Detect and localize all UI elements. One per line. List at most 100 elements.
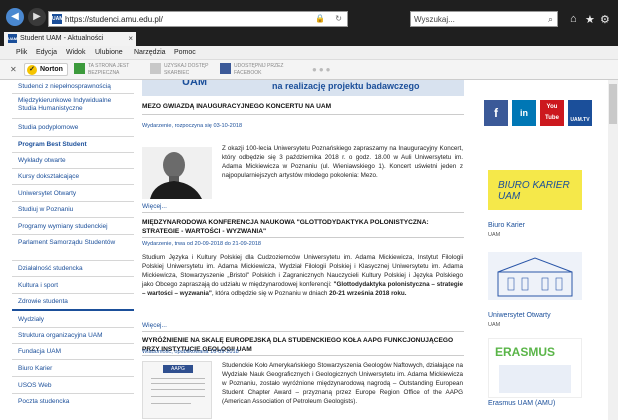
sidebar-item-wydzialy[interactable]: Wydziały xyxy=(18,316,130,324)
sidebar-item-kultura[interactable]: Kultura i sport xyxy=(18,282,130,290)
uniwersytet-otwarty-link[interactable]: Uniwersytet Otwarty xyxy=(488,312,551,319)
access-line2: SKARBIEC xyxy=(164,70,190,76)
article-meta: Wydarzenie, trwa od 20-09-2018 do 21-09-… xyxy=(142,241,262,247)
award-document-image[interactable]: AAPG xyxy=(142,361,212,419)
read-more-link[interactable]: Więcej... xyxy=(142,203,167,210)
article-body-date: 20-21 września 2018 roku. xyxy=(329,290,407,297)
sidebar-item-niepelnosprawnosc[interactable]: Studenci z niepełnosprawnością xyxy=(18,83,130,91)
uamtv-icon[interactable]: UAM.TV xyxy=(568,100,592,126)
menu-narzedzia[interactable]: Narzędzia xyxy=(134,49,166,56)
sidebar-item-parlament[interactable]: Parlament Samorządu Studentów xyxy=(18,239,130,247)
safe-site-indicator[interactable]: TA STRONA JEST BEZPIECZNA xyxy=(74,62,134,78)
sidebar-item-best-student[interactable]: Program Best Student xyxy=(18,141,130,149)
right-column: f in You Tube UAM.TV BIURO KARIER UAM Bi… xyxy=(480,80,618,420)
article-body: Studenckie Koło Amerykańskiego Stowarzys… xyxy=(222,362,463,405)
sidebar-item-kursy[interactable]: Kursy dokształcające xyxy=(18,173,130,181)
norton-button[interactable]: ✓ Norton xyxy=(24,63,68,76)
vault-access-button[interactable]: UZYSKAJ DOSTĘP SKARBIEC xyxy=(150,62,214,78)
article-body: Studium Języka i Kultury Polskiej dla Cu… xyxy=(142,253,463,298)
sidebar-item-poznan[interactable]: Studiuj w Poznaniu xyxy=(18,206,130,214)
sidebar-item-fundacja[interactable]: Fundacja UAM xyxy=(18,348,130,356)
sidebar-item-biuro-karier[interactable]: Biuro Karier xyxy=(18,365,130,373)
more-options-icon[interactable]: ●●● xyxy=(312,65,333,74)
sidebar-item-zdrowie[interactable]: Zdrowie studenta xyxy=(18,298,130,306)
uniwersytet-otwarty-sub: UAM xyxy=(488,322,501,328)
biuro-karier-sub: UAM xyxy=(488,232,501,238)
sidebar-nav: Studenci z niepełnosprawnością Międzykie… xyxy=(12,80,134,420)
banner-logo: UAM xyxy=(182,80,208,88)
shield-check-icon xyxy=(74,63,85,74)
tab-favicon-icon: UAM xyxy=(8,34,18,43)
sidebar-item-uo[interactable]: Uniwersytet Otwarty xyxy=(18,190,130,198)
lock-icon[interactable]: 🔒 xyxy=(315,14,325,23)
safe-line1: TA STRONA JEST xyxy=(88,63,130,69)
search-icon[interactable]: ⌕ xyxy=(548,14,553,25)
norton-check-icon: ✓ xyxy=(27,65,37,75)
sidebar-item-dzialalnosc[interactable]: Działalność studencka xyxy=(18,265,130,273)
article-meta: Wiadomość, opublikowana 16-09-2018 xyxy=(142,349,239,355)
article-body-mid: , która odbędzie się w Poznaniu w dniach xyxy=(211,290,328,297)
back-button[interactable]: ◀ xyxy=(6,8,24,26)
sidebar-item-struktura[interactable]: Struktura organizacyjna UAM xyxy=(18,332,130,340)
top-banner[interactable]: UAM na realizację projektu badawczego xyxy=(142,80,464,96)
biuro-karier-logo-text: BIURO KARIER UAM xyxy=(498,180,570,202)
sidebar-item-usos[interactable]: USOS Web xyxy=(18,382,130,390)
erasmus-photo xyxy=(499,365,571,393)
site-favicon-icon: UAM xyxy=(52,14,64,24)
search-placeholder: Wyszukaj... xyxy=(414,15,455,24)
article-photo[interactable] xyxy=(142,147,212,199)
menu-plik[interactable]: Plik xyxy=(16,49,27,56)
sidebar-item-poczta[interactable]: Poczta studencka xyxy=(18,398,130,406)
facebook-share-button[interactable]: UDOSTĘPNIJ PRZEZ FACEBOOK xyxy=(220,62,290,78)
safe-line2: BEZPIECZNA xyxy=(88,70,120,76)
facebook-icon[interactable]: f xyxy=(484,100,508,126)
forward-button[interactable]: ▶ xyxy=(28,8,46,26)
browser-titlebar: ◀ ▶ UAM https://studenci.amu.edu.pl/ 🔒 ↻… xyxy=(0,0,618,30)
url-text[interactable]: https://studenci.amu.edu.pl/ xyxy=(65,15,163,24)
tab-close-icon[interactable]: × xyxy=(128,34,133,43)
tab-row: UAM Student UAM - Aktualności × xyxy=(0,30,618,46)
scrollbar-thumb[interactable] xyxy=(609,84,617,124)
aapg-logo: AAPG xyxy=(163,365,193,373)
erasmus-link[interactable]: Erasmus UAM (AMU) xyxy=(488,400,555,407)
sidebar-item-podyplomowe[interactable]: Studia podyplomowe xyxy=(18,124,130,132)
linkedin-icon[interactable]: in xyxy=(512,100,536,126)
facebook-icon xyxy=(220,63,231,74)
banner-text: na realizację projektu badawczego xyxy=(272,81,420,91)
article-title[interactable]: MIĘDZYNARODOWA KONFERENCJA NAUKOWA "GLOT… xyxy=(142,218,462,236)
menu-widok[interactable]: Widok xyxy=(66,49,85,56)
access-line1: UZYSKAJ DOSTĘP xyxy=(164,63,209,69)
menu-bar: Plik Edycja Widok Ulubione Narzędzia Pom… xyxy=(0,46,618,60)
menu-ulubione[interactable]: Ulubione xyxy=(95,49,123,56)
favorites-star-icon[interactable]: ★ xyxy=(585,13,595,26)
page-content: Studenci z niepełnosprawnością Międzykie… xyxy=(0,80,618,420)
sidebar-item-misch[interactable]: Międzykierunkowe Indywidualne Studia Hum… xyxy=(18,97,130,113)
erasmus-logo-text: ERASMUS xyxy=(495,345,556,359)
sidebar-item-wymiana[interactable]: Programy wymiany studenckiej xyxy=(18,223,130,231)
menu-pomoc[interactable]: Pomoc xyxy=(174,49,196,56)
article-title[interactable]: MEZO GWIAZDĄ INAUGURACYJNEGO KONCERTU NA… xyxy=(142,102,462,111)
read-more-link[interactable]: Więcej... xyxy=(142,322,167,329)
sidebar-item-wyklady[interactable]: Wykłady otwarte xyxy=(18,157,130,165)
refresh-icon[interactable]: ↻ xyxy=(335,14,342,23)
biuro-karier-link[interactable]: Biuro Karier xyxy=(488,222,525,229)
share-line1: UDOSTĘPNIJ PRZEZ xyxy=(234,63,284,69)
biuro-karier-banner[interactable]: BIURO KARIER UAM xyxy=(488,170,582,210)
share-line2: FACEBOOK xyxy=(234,70,262,76)
youtube-icon[interactable]: You Tube xyxy=(540,100,564,126)
erasmus-banner[interactable]: ERASMUS xyxy=(488,338,582,398)
close-icon[interactable]: ✕ xyxy=(10,65,17,74)
building-sketch-icon xyxy=(497,257,573,297)
menu-edycja[interactable]: Edycja xyxy=(36,49,57,56)
uniwersytet-otwarty-image[interactable] xyxy=(488,252,582,300)
tab-label: Student UAM - Aktualności xyxy=(20,35,104,42)
address-bar[interactable]: UAM https://studenci.amu.edu.pl/ 🔒 ↻ xyxy=(48,11,348,27)
vault-icon xyxy=(150,63,161,74)
home-icon[interactable]: ⌂ xyxy=(570,13,577,25)
search-input[interactable]: Wyszukaj... ⌕ xyxy=(410,11,558,27)
scrollbar[interactable] xyxy=(608,80,618,420)
portrait-image xyxy=(142,147,212,199)
settings-gear-icon[interactable]: ⚙ xyxy=(600,13,610,26)
article-body: Z okazji 100-lecia Uniwersytetu Poznańsk… xyxy=(222,145,463,179)
tab-student-uam[interactable]: UAM Student UAM - Aktualności × xyxy=(4,32,136,46)
